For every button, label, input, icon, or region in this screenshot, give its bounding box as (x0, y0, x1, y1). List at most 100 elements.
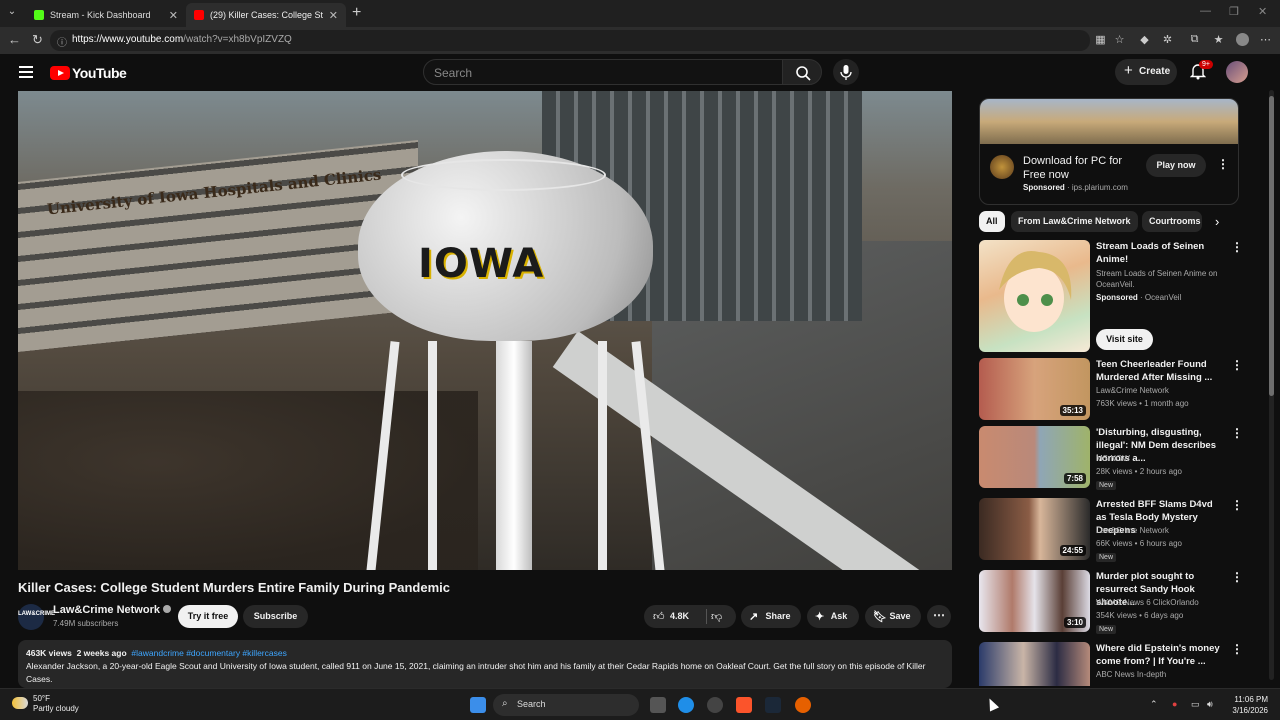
tab-menu-icon[interactable]: ⌄ (4, 6, 20, 22)
search-button[interactable] (782, 59, 822, 85)
more-options-icon[interactable]: ⋮ (1231, 570, 1243, 584)
chip-from-channel[interactable]: From Law&Crime Network (1011, 211, 1138, 232)
steam-icon[interactable] (765, 697, 781, 713)
close-icon[interactable]: ✕ (329, 9, 338, 22)
description-text: Alexander Jackson, a 20-year-old Eagle S… (26, 661, 926, 684)
minimize-icon[interactable]: — (1200, 5, 1211, 17)
video-thumbnail[interactable] (979, 240, 1090, 352)
channel-name[interactable]: Law&Crime Network (53, 604, 171, 616)
scrollbar-thumb[interactable] (1269, 96, 1274, 396)
channel-name[interactable]: ABC News In-depth (1096, 670, 1166, 679)
firefox-icon[interactable] (795, 697, 811, 713)
microphone-icon (840, 65, 852, 80)
back-icon[interactable]: ← (8, 32, 21, 47)
close-icon[interactable]: ✕ (169, 9, 178, 22)
hashtags[interactable]: #lawandcrime #documentary #killercases (131, 648, 286, 658)
tower-leg (598, 341, 607, 570)
video-thumbnail[interactable]: 24:55 (979, 498, 1090, 560)
more-actions-button[interactable]: ⋯ (927, 605, 951, 628)
reload-icon[interactable]: ↻ (32, 32, 43, 48)
tray-chevron-icon[interactable]: ⌃ (1150, 699, 1158, 710)
ask-button[interactable]: ✦ Ask (807, 605, 859, 628)
try-it-free-button[interactable]: Try it free (178, 605, 238, 628)
task-view-icon[interactable] (650, 697, 666, 713)
puzzle-icon[interactable]: ✲ (1161, 33, 1174, 46)
play-now-button[interactable]: Play now (1146, 154, 1206, 177)
video-thumbnail[interactable]: 3:10 (979, 570, 1090, 632)
create-button[interactable]: + Create (1115, 59, 1177, 85)
more-options-icon[interactable]: ⋮ (1231, 240, 1243, 254)
tower-leg (428, 341, 437, 570)
like-icon[interactable]: 👍︎ (653, 610, 665, 623)
windows-start-icon[interactable] (470, 697, 486, 713)
dislike-icon[interactable]: 👎︎ (711, 610, 722, 623)
video-title: Killer Cases: College Student Murders En… (18, 580, 450, 595)
video-title[interactable]: Stream Loads of Seinen Anime! (1096, 240, 1224, 266)
reader-mode-icon[interactable]: ▦ (1094, 33, 1107, 46)
account-avatar[interactable] (1226, 61, 1248, 83)
subscribe-button[interactable]: Subscribe (243, 605, 308, 628)
save-button[interactable]: 🔖︎ Save (865, 605, 921, 628)
obs-icon[interactable] (707, 697, 723, 713)
url-bar[interactable]: ⓘ https://www.youtube.com/watch?v=xh8bVp… (50, 30, 1090, 51)
more-options-icon[interactable]: ⋮ (1231, 358, 1243, 372)
weather-widget[interactable]: 50°F Partly cloudy (12, 694, 79, 714)
channel-name[interactable]: MS NOW (1096, 454, 1130, 463)
plus-icon: + (1124, 62, 1133, 79)
microphone-tray-icon[interactable]: ● (1172, 699, 1177, 709)
profile-icon[interactable] (1236, 33, 1249, 46)
more-options-icon[interactable]: ⋮ (1231, 498, 1243, 512)
channel-name[interactable]: Law&Crime Network (1096, 526, 1169, 535)
voice-search-button[interactable] (833, 59, 859, 85)
video-player[interactable]: University of Iowa Hospitals and Clinics… (18, 91, 952, 570)
channel-name[interactable]: Law&Crime Network (1096, 386, 1169, 395)
share-button[interactable]: ↗ Share (741, 605, 801, 628)
tab-youtube[interactable]: (29) Killer Cases: College Stud ✕ (186, 3, 346, 27)
ad-menu-icon[interactable]: ⋮ (1217, 157, 1229, 171)
site-info-icon[interactable]: ⓘ (57, 34, 67, 49)
volume-icon[interactable]: 🔊︎ (1207, 699, 1213, 710)
network-icon[interactable]: ▭ (1191, 699, 1200, 710)
extension-icon[interactable]: ◆ (1138, 33, 1151, 46)
sponsored-ad-card[interactable]: Download for PC for Free now Sponsored ·… (979, 98, 1239, 205)
more-options-icon[interactable]: ⋮ (1231, 426, 1243, 440)
chip-courtrooms[interactable]: Courtrooms (1142, 211, 1202, 232)
description-box[interactable]: 463K views 2 weeks ago #lawandcrime #doc… (18, 640, 952, 688)
video-thumbnail[interactable]: 7:58 (979, 426, 1090, 488)
video-title[interactable]: Where did Epstein's money come from? | I… (1096, 642, 1224, 668)
channel-avatar[interactable]: LAW&CRIME (18, 604, 55, 630)
visit-site-button[interactable]: Visit site (1096, 329, 1153, 350)
divider (706, 609, 707, 624)
like-count[interactable]: 4.8K (670, 611, 689, 621)
list-item[interactable]: Stream Loads of Seinen Anime! Stream Loa… (979, 240, 1243, 352)
window-close-icon[interactable]: ✕ (1258, 5, 1267, 18)
split-screen-icon[interactable]: ⧉ (1188, 33, 1201, 46)
favorite-star-icon[interactable]: ☆ (1113, 33, 1126, 46)
more-options-icon[interactable]: ⋮ (1231, 642, 1239, 656)
video-thumbnail[interactable] (979, 642, 1090, 686)
list-item[interactable]: 35:13 Teen Cheerleader Found Murdered Af… (979, 358, 1243, 420)
new-tab-button[interactable]: + (352, 4, 361, 22)
tab-kick-dashboard[interactable]: Stream - Kick Dashboard ✕ (26, 3, 186, 27)
edge-browser-icon[interactable] (678, 697, 694, 713)
search-input[interactable]: Search (423, 59, 783, 85)
duration-badge: 24:55 (1059, 545, 1086, 556)
maximize-icon[interactable]: ❐ (1229, 5, 1239, 18)
hamburger-menu-icon[interactable] (19, 66, 33, 81)
channel-name[interactable]: WKMG News 6 ClickOrlando (1096, 598, 1199, 607)
video-thumbnail[interactable]: 35:13 (979, 358, 1090, 420)
list-item[interactable]: 24:55 Arrested BFF Slams D4vd as Tesla B… (979, 498, 1243, 562)
list-item[interactable]: 7:58 'Disturbing, disgusting, illegal': … (979, 426, 1243, 490)
video-title[interactable]: Teen Cheerleader Found Murdered After Mi… (1096, 358, 1224, 384)
taskbar-search[interactable]: ⌕ Search (493, 694, 639, 716)
youtube-logo[interactable]: YouTube (50, 65, 127, 81)
chevron-right-icon[interactable]: › (1215, 214, 1219, 229)
duration-badge: 3:10 (1063, 617, 1086, 628)
list-item[interactable]: Where did Epstein's money come from? | I… (979, 642, 1239, 686)
system-clock[interactable]: 11:06 PM 3/16/2026 (1218, 694, 1268, 716)
list-item[interactable]: 3:10 Murder plot sought to resurrect San… (979, 570, 1243, 634)
browser-menu-icon[interactable]: ⋯ (1259, 33, 1272, 46)
brave-browser-icon[interactable] (736, 697, 752, 713)
chip-all[interactable]: All (979, 211, 1005, 232)
favorites-icon[interactable]: ★ (1212, 33, 1225, 46)
